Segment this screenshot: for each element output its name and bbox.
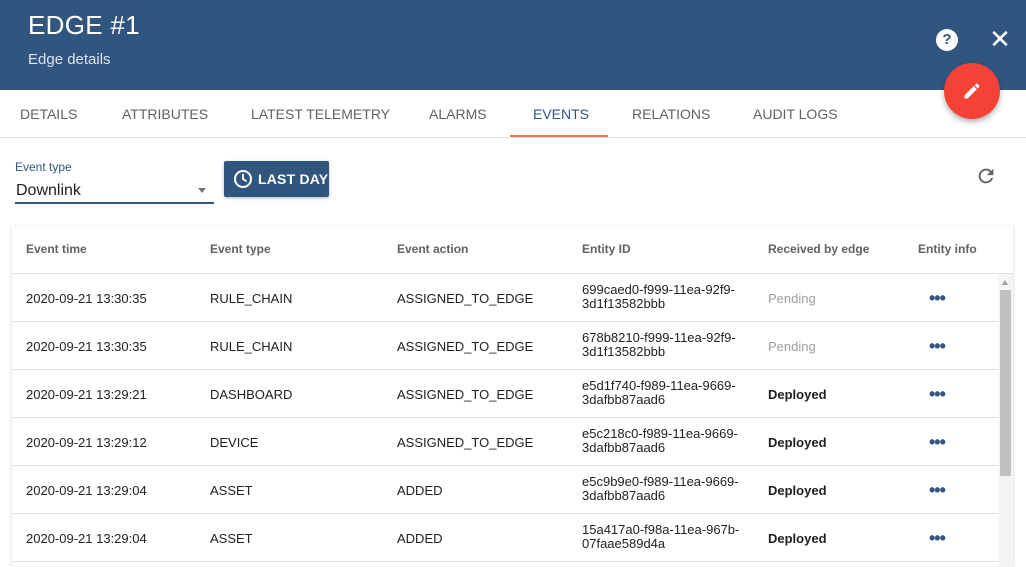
- active-tab-indicator: [510, 135, 608, 137]
- entity-id-line-1: e5c9b9e0-f989-11ea-9669-: [582, 474, 739, 489]
- event-action-cell: ASSIGNED_TO_EDGE: [397, 387, 534, 402]
- table-row: 2020-09-21 13:29:12 DEVICE ASSIGNED_TO_E…: [12, 418, 998, 466]
- clock-icon: [234, 170, 252, 188]
- column-header-received-by-edge[interactable]: Received by edge: [768, 242, 869, 256]
- column-header-event-action[interactable]: Event action: [397, 242, 468, 256]
- received-status-cell: Pending: [768, 339, 816, 354]
- received-status-cell: Pending: [768, 291, 816, 306]
- received-status-cell: Deployed: [768, 435, 827, 450]
- event-action-cell: ADDED: [397, 531, 443, 546]
- tab-alarms[interactable]: ALARMS: [429, 90, 487, 138]
- page-subtitle: Edge details: [28, 51, 111, 68]
- event-type-cell: ASSET: [210, 531, 253, 546]
- more-horiz-icon[interactable]: •••: [929, 288, 946, 309]
- tab-events[interactable]: EVENTS: [533, 90, 589, 138]
- entity-id-line-2: 3d1f13582bbb: [582, 296, 666, 311]
- event-action-cell: ASSIGNED_TO_EDGE: [397, 435, 534, 450]
- tab-bar: DETAILS ATTRIBUTES LATEST TELEMETRY ALAR…: [0, 90, 1026, 138]
- entity-id-cell: e5d1f740-f989-11ea-9669- 3dafbb87aad6: [582, 379, 752, 407]
- more-horiz-icon[interactable]: •••: [929, 336, 946, 357]
- table-row: 2020-09-21 13:30:35 RULE_CHAIN ASSIGNED_…: [12, 322, 998, 370]
- received-status-cell: Deployed: [768, 483, 827, 498]
- entity-id-line-2: 3dafbb87aad6: [582, 440, 666, 455]
- event-type-cell: DEVICE: [210, 435, 259, 450]
- table-row: 2020-09-21 13:29:04 ASSET ADDED e5c9b9e0…: [12, 466, 998, 514]
- event-type-label: Event type: [15, 160, 72, 174]
- scroll-up-icon[interactable]: [1002, 280, 1008, 285]
- event-action-cell: ADDED: [397, 483, 443, 498]
- entity-id-cell: 678b8210-f999-11ea-92f9- 3d1f13582bbb: [582, 331, 752, 359]
- table-row: 2020-09-21 13:29:21 DASHBOARD ASSIGNED_T…: [12, 370, 998, 418]
- time-window-button[interactable]: LAST DAY: [224, 161, 329, 197]
- table-row: 2020-09-21 13:29:04 ASSET ADDED 15a417a0…: [12, 514, 998, 562]
- entity-id-line-2: 3dafbb87aad6: [582, 488, 666, 503]
- entity-id-line-1: 15a417a0-f98a-11ea-967b-: [582, 522, 740, 537]
- chevron-down-icon: [198, 188, 206, 193]
- event-action-cell: ASSIGNED_TO_EDGE: [397, 339, 534, 354]
- table-header: Event time Event type Event action Entit…: [12, 226, 1013, 274]
- received-status-cell: Deployed: [768, 531, 827, 546]
- event-type-value: Downlink: [16, 182, 81, 199]
- column-header-entity-id[interactable]: Entity ID: [582, 242, 631, 256]
- more-horiz-icon[interactable]: •••: [929, 480, 946, 501]
- tab-attributes[interactable]: ATTRIBUTES: [122, 90, 208, 138]
- entity-id-cell: e5c218c0-f989-11ea-9669- 3dafbb87aad6: [582, 427, 752, 455]
- column-header-event-time[interactable]: Event time: [26, 242, 87, 256]
- entity-id-line-2: 07faae589d4a: [582, 536, 666, 551]
- events-table: Event time Event type Event action Entit…: [12, 226, 1013, 567]
- entity-id-cell: 15a417a0-f98a-11ea-967b- 07faae589d4a: [582, 523, 752, 551]
- event-type-cell: DASHBOARD: [210, 387, 293, 402]
- column-header-entity-info[interactable]: Entity info: [918, 242, 977, 256]
- table-row: 2020-09-21 13:30:35 RULE_CHAIN ASSIGNED_…: [12, 274, 998, 322]
- event-time-cell: 2020-09-21 13:29:12: [26, 435, 147, 450]
- event-time-cell: 2020-09-21 13:30:35: [26, 291, 147, 306]
- tab-audit-logs[interactable]: AUDIT LOGS: [753, 90, 838, 138]
- tab-details[interactable]: DETAILS: [20, 90, 77, 138]
- event-time-cell: 2020-09-21 13:29:04: [26, 531, 147, 546]
- entity-id-cell: e5c9b9e0-f989-11ea-9669- 3dafbb87aad6: [582, 475, 752, 503]
- event-type-cell: ASSET: [210, 483, 253, 498]
- entity-id-line-2: 3dafbb87aad6: [582, 392, 666, 407]
- scroll-thumb[interactable]: [1000, 290, 1011, 476]
- event-time-cell: 2020-09-21 13:30:35: [26, 339, 147, 354]
- event-action-cell: ASSIGNED_TO_EDGE: [397, 291, 534, 306]
- time-window-label: LAST DAY: [258, 171, 329, 187]
- event-type-cell: RULE_CHAIN: [210, 291, 293, 306]
- help-circle-icon[interactable]: ?: [936, 29, 958, 51]
- close-icon[interactable]: ✕: [988, 26, 1012, 52]
- edit-button[interactable]: [944, 63, 1000, 119]
- more-horiz-icon[interactable]: •••: [929, 432, 946, 453]
- entity-id-line-1: 699caed0-f999-11ea-92f9-: [582, 282, 735, 297]
- event-time-cell: 2020-09-21 13:29:04: [26, 483, 147, 498]
- page-title: EDGE #1: [28, 10, 140, 40]
- entity-id-cell: 699caed0-f999-11ea-92f9- 3d1f13582bbb: [582, 283, 752, 311]
- entity-id-line-1: e5c218c0-f989-11ea-9669-: [582, 426, 738, 441]
- pencil-icon: [964, 83, 980, 99]
- entity-id-line-1: 678b8210-f999-11ea-92f9-: [582, 330, 736, 345]
- table-scrollbar[interactable]: [998, 274, 1013, 567]
- column-header-event-type[interactable]: Event type: [210, 242, 271, 256]
- more-horiz-icon[interactable]: •••: [929, 384, 946, 405]
- more-horiz-icon[interactable]: •••: [929, 528, 946, 549]
- event-type-select[interactable]: Downlink: [15, 177, 214, 204]
- dialog-header: EDGE #1 Edge details ? ✕: [0, 0, 1026, 90]
- tab-relations[interactable]: RELATIONS: [632, 90, 710, 138]
- received-status-cell: Deployed: [768, 387, 827, 402]
- event-type-cell: RULE_CHAIN: [210, 339, 293, 354]
- tab-latest-telemetry[interactable]: LATEST TELEMETRY: [251, 90, 390, 138]
- entity-id-line-1: e5d1f740-f989-11ea-9669-: [582, 378, 736, 393]
- refresh-icon[interactable]: [975, 165, 997, 187]
- event-time-cell: 2020-09-21 13:29:21: [26, 387, 147, 402]
- entity-id-line-2: 3d1f13582bbb: [582, 344, 666, 359]
